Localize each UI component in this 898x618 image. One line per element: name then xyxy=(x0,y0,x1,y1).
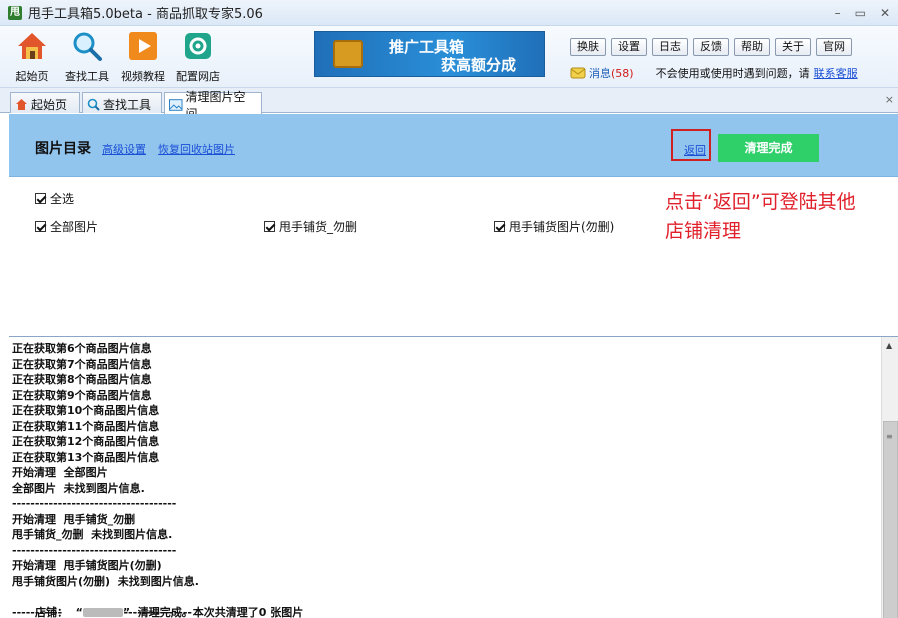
minimize-button[interactable]: – xyxy=(835,6,841,20)
folder-checkbox-all-images[interactable]: 全部图片 xyxy=(35,218,98,235)
log-line: 正在获取第11个商品图片信息 xyxy=(12,419,160,433)
scroll-up-icon[interactable]: ▲ xyxy=(886,341,892,350)
restore-recycle-link[interactable]: 恢复回收站图片 xyxy=(158,141,235,157)
tab-label: 查找工具 xyxy=(103,97,152,112)
message-count: (58) xyxy=(611,66,634,80)
page-title: 图片目录 xyxy=(35,141,91,157)
treasure-chest-icon xyxy=(333,40,363,68)
tool-video[interactable]: 视频教程 xyxy=(118,30,168,84)
restore-button[interactable]: ▭ xyxy=(855,6,866,20)
gear-icon xyxy=(185,33,211,59)
tab-clean-image-space[interactable]: 清理图片空间 xyxy=(164,90,262,121)
skin-button[interactable]: 换肤 xyxy=(570,38,606,56)
annotation-line1: 点击“返回”可登陆其他 xyxy=(665,191,856,213)
tab-home[interactable]: 起始页 xyxy=(10,92,80,113)
log-output[interactable]: 正在获取第6个商品图片信息 正在获取第7个商品图片信息 正在获取第8个商品图片信… xyxy=(9,336,898,618)
log-line: 正在获取第9个商品图片信息 xyxy=(12,388,152,402)
checkbox-checked-icon xyxy=(494,221,505,232)
clean-done-button[interactable]: 清理完成 xyxy=(718,134,819,162)
message-icon xyxy=(570,67,586,79)
log-line: 全部图片 未找到图片信息. xyxy=(12,481,145,495)
log-line: 正在获取第12个商品图片信息 xyxy=(12,435,160,448)
checkbox-label: 甩手铺货_勿删 xyxy=(279,220,358,234)
help-text: 不会使用或使用时遇到问题，请 xyxy=(655,67,810,80)
log-line-shop: 店铺： “” 清理完成。本次共清理了0 张图片 xyxy=(12,589,872,618)
advanced-settings-link[interactable]: 高级设置 xyxy=(102,141,146,157)
checkbox-label: 甩手铺货图片(勿删) xyxy=(509,220,615,234)
title-bar: 甩 甩手工具箱5.0beta - 商品抓取专家5.06 – ▭ ✕ xyxy=(0,0,898,26)
tool-home[interactable]: 起始页 xyxy=(10,30,54,84)
tab-label: 起始页 xyxy=(31,97,68,112)
contact-support-link[interactable]: 联系客服 xyxy=(814,65,858,81)
checkbox-label: 全选 xyxy=(50,192,75,206)
close-tab-icon[interactable]: × xyxy=(885,93,894,106)
back-link[interactable]: 返回 xyxy=(684,142,706,158)
window-title: 甩手工具箱5.0beta - 商品抓取专家5.06 xyxy=(28,7,263,22)
log-line: ------------------------------------ xyxy=(12,497,177,510)
log-line: ------------------------------------ xyxy=(12,543,177,557)
checkbox-checked-icon xyxy=(264,221,275,232)
tool-config[interactable]: 配置网店 xyxy=(173,30,223,84)
annotation-line2: 店铺清理 xyxy=(665,220,742,242)
message-row: 消息 (58) 不会使用或使用时遇到问题，请 联系客服 xyxy=(570,65,858,81)
log-line: 开始清理 全部图片 xyxy=(12,466,108,479)
image-directory-header: 图片目录 高级设置 恢复回收站图片 返回 清理完成 xyxy=(9,114,898,177)
folder-checkbox-shuaishou-do-not-delete[interactable]: 甩手铺货_勿删 xyxy=(264,218,357,235)
folder-checkbox-shuaishou-images[interactable]: 甩手铺货图片(勿删) xyxy=(494,218,614,235)
app-logo-icon: 甩 xyxy=(8,5,22,20)
tool-label: 查找工具 xyxy=(65,70,109,83)
instruction-annotation: 点击“返回”可登陆其他 店铺清理 xyxy=(665,188,898,246)
log-line: 开始清理 甩手铺货图片(勿删) xyxy=(12,559,162,572)
log-line: ----------- --------------- xyxy=(12,605,192,618)
select-all-checkbox[interactable]: 全选 xyxy=(35,190,74,207)
image-icon xyxy=(169,98,183,111)
message-link[interactable]: 消息 xyxy=(589,65,611,81)
home-icon xyxy=(16,98,27,110)
search-icon xyxy=(87,98,100,111)
window-controls: – ▭ ✕ xyxy=(835,6,890,20)
search-icon xyxy=(73,32,102,61)
tool-label: 起始页 xyxy=(15,70,49,83)
folder-checkbox-area: 全选 全部图片 甩手铺货_勿删 甩手铺货图片(勿删) 点击“返回”可登陆其他 店… xyxy=(9,178,898,336)
log-line: 正在获取第7个商品图片信息 xyxy=(12,357,152,371)
play-icon xyxy=(129,32,157,60)
banner-line2: 获高额分成 xyxy=(441,56,517,74)
log-button[interactable]: 日志 xyxy=(652,38,688,56)
promo-banner[interactable]: 推广工具箱 获高额分成 xyxy=(314,31,545,77)
feedback-button[interactable]: 反馈 xyxy=(693,38,729,56)
website-button[interactable]: 官网 xyxy=(816,38,852,56)
tab-bar: 起始页 查找工具 清理图片空间 × xyxy=(0,88,898,121)
checkbox-label: 全部图片 xyxy=(50,220,99,234)
home-icon xyxy=(18,33,46,59)
log-line: 甩手铺货图片(勿删) 未找到图片信息. xyxy=(12,574,199,588)
help-button[interactable]: 帮助 xyxy=(734,38,770,56)
log-lines: 正在获取第6个商品图片信息 正在获取第7个商品图片信息 正在获取第8个商品图片信… xyxy=(12,341,872,618)
settings-button[interactable]: 设置 xyxy=(611,38,647,56)
tool-label: 配置网店 xyxy=(176,70,220,83)
tool-label: 视频教程 xyxy=(121,70,165,83)
about-button[interactable]: 关于 xyxy=(775,38,811,56)
tool-search[interactable]: 查找工具 xyxy=(62,30,112,84)
scroll-thumb[interactable] xyxy=(883,421,898,618)
log-line: 正在获取第8个商品图片信息 xyxy=(12,373,152,386)
checkbox-checked-icon xyxy=(35,221,46,232)
log-scrollbar[interactable]: ▲ ≡ xyxy=(881,337,898,618)
top-buttons: 换肤 设置 日志 反馈 帮助 关于 官网 xyxy=(570,38,852,56)
log-line: 正在获取第10个商品图片信息 xyxy=(12,404,160,417)
log-line: 甩手铺货_勿删 未找到图片信息. xyxy=(12,528,173,541)
log-line: 开始清理 甩手铺货_勿删 xyxy=(12,512,136,526)
main-toolbar: 起始页 查找工具 视频教程 配置网店 推广工具箱 获高额分成 换肤 设置 日志 … xyxy=(0,26,898,88)
checkbox-checked-icon xyxy=(35,193,46,204)
tab-search-tool[interactable]: 查找工具 xyxy=(82,92,162,113)
log-line: 正在获取第6个商品图片信息 xyxy=(12,342,152,355)
scroll-grip-icon: ≡ xyxy=(886,432,893,441)
log-line: 正在获取第13个商品图片信息 xyxy=(12,450,160,464)
close-button[interactable]: ✕ xyxy=(880,6,890,20)
